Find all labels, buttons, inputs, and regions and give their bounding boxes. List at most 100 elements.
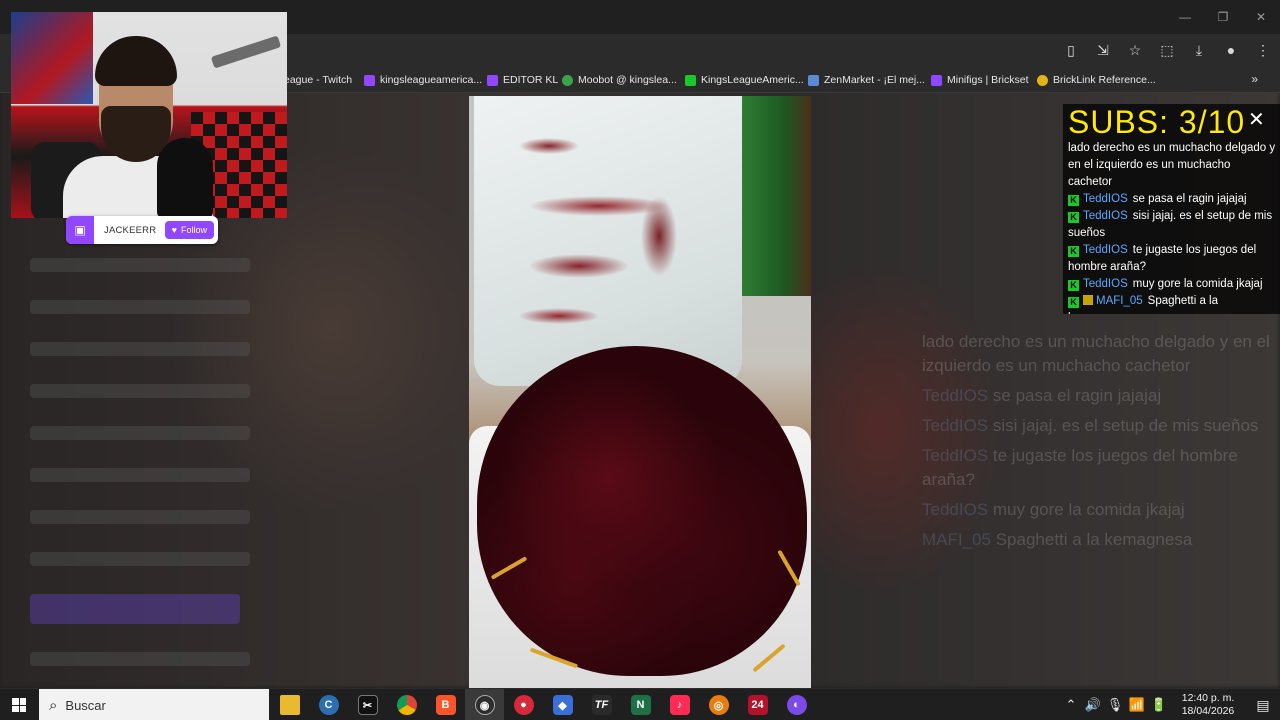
brave-icon: B [435, 695, 456, 715]
taskbar-app-tf[interactable]: TF [582, 689, 621, 720]
game-2024-icon: 24 [747, 695, 768, 715]
chat-message: lado derecho es un muchacho delgado y en… [1068, 142, 1276, 188]
taskbar-app-purple[interactable]: ◐ [777, 689, 816, 720]
wall-poster [11, 12, 93, 104]
taskbar-app-red[interactable]: ● [504, 689, 543, 720]
bookmark-item[interactable]: kingsleagueamerica... [364, 72, 482, 88]
notification-icon[interactable]: ▤ [1246, 697, 1280, 714]
twitch-follow-card: ▣ JACKEERR ♥ Follow [66, 216, 218, 244]
moderator-badge-icon [1083, 295, 1093, 305]
maximize-icon[interactable]: ❐ [1204, 0, 1242, 34]
system-tray: ⌃ 🔊 🎙 📶 🔋 12:40 p. m. 18/04/2026 ▤ [1060, 689, 1280, 720]
window-controls: — ❐ ✕ [1166, 0, 1280, 34]
taskbar-app-sheets[interactable]: N [621, 689, 660, 720]
heart-icon: ♥ [171, 225, 177, 235]
bricklink-favicon-icon [1037, 74, 1048, 86]
ccleaner-icon: C [318, 695, 339, 715]
volume-icon[interactable]: 🔊 [1083, 697, 1103, 713]
taskbar-app-blue[interactable]: ◆ [543, 689, 582, 720]
twitch-favicon-icon [487, 74, 498, 86]
taskbar-app-blender[interactable]: ◎ [699, 689, 738, 720]
taskbar-clock[interactable]: 12:40 p. m. 18/04/2026 [1170, 692, 1246, 718]
taskbar-app-ccleaner[interactable]: C [309, 689, 348, 720]
blurred-chat-echo: lado derecho es un muchacho delgado y en… [922, 332, 1270, 549]
network-icon[interactable]: 📶 [1127, 697, 1147, 713]
webcam-overlay [11, 12, 287, 218]
app-blue-icon: ◆ [552, 695, 573, 715]
twitch-favicon-icon [364, 74, 375, 86]
chat-message: K TeddIOS muy gore la comida jkajaj [1068, 276, 1277, 293]
taskbar-app-tiktok[interactable]: ♪ [660, 689, 699, 720]
menu-kebab-icon[interactable]: ⋮ [1254, 40, 1272, 60]
close-icon[interactable]: ✕ [1248, 110, 1265, 130]
download-icon[interactable]: ⤓ [1190, 40, 1208, 60]
blender-icon: ◎ [708, 695, 729, 715]
zenmarket-favicon-icon [808, 74, 819, 86]
start-button[interactable] [0, 689, 38, 720]
channel-name: JACKEERR [104, 224, 157, 236]
bookmark-item[interactable]: Minifigs | Brickset [931, 72, 1029, 88]
chat-message: KMAFI_05Spaghetti a la kemagnesa [1068, 293, 1277, 314]
kick-badge-icon: K [1068, 246, 1079, 257]
chat-message: K TeddIOS te jugaste los juegos del hombre… [1068, 244, 1257, 273]
taskbar-app-game-2024[interactable]: 24 [738, 689, 777, 720]
clock-time: 12:40 p. m. [1181, 692, 1235, 704]
app-red-icon: ● [513, 695, 534, 715]
chat-overlay: SUBS: 3/10 lado derecho es un muchacho d… [1063, 104, 1280, 314]
tf-icon: TF [591, 695, 612, 715]
bookmark-item[interactable]: Moobot @ kingslea... [562, 72, 677, 88]
folder-icon [279, 695, 300, 715]
bookmark-item[interactable]: EDITOR KL [487, 72, 558, 88]
obs-icon: ◉ [474, 695, 495, 715]
kick-badge-icon: K [1068, 195, 1079, 206]
spaghetti-dish [477, 346, 807, 676]
brickset-favicon-icon [931, 74, 942, 86]
taskbar-search[interactable]: ⌕ Buscar [39, 689, 269, 720]
taskbar-app-capcut[interactable]: ✂ [348, 689, 387, 720]
chrome-icon [396, 695, 417, 715]
install-app-icon[interactable]: ⇲ [1094, 40, 1112, 60]
taskbar-app-chrome[interactable] [387, 689, 426, 720]
taskbar-app-obs[interactable]: ◉ [465, 689, 504, 720]
extensions-icon[interactable]: ⬚ [1158, 40, 1176, 60]
twitch-logo-icon: ▣ [66, 216, 94, 244]
windows-logo-icon [12, 698, 26, 712]
tray-overflow-icon[interactable]: ⌃ [1061, 697, 1081, 713]
wall-decoration [210, 35, 282, 69]
minimize-icon[interactable]: — [1166, 0, 1204, 34]
screen: { "browser": { "window_controls": ["—", … [0, 0, 1280, 720]
profile-icon[interactable]: ● [1222, 40, 1240, 60]
capcut-icon: ✂ [357, 695, 378, 715]
kick-badge-icon: K [1068, 212, 1079, 223]
taskbar-app-brave[interactable]: B [426, 689, 465, 720]
bookmark-star-icon[interactable]: ☆ [1126, 40, 1144, 60]
close-window-icon[interactable]: ✕ [1242, 0, 1280, 34]
tiktok-icon: ♪ [669, 695, 690, 715]
chat-message: K TeddIOS se pasa el ragin jajajaj [1068, 191, 1277, 208]
microphone [157, 138, 213, 218]
search-icon: ⌕ [49, 696, 58, 714]
app-purple-icon: ◐ [786, 695, 807, 715]
video-background-plant [741, 96, 811, 296]
chat-message: K TeddIOS sisi jajaj. es el setup de mis s… [1068, 210, 1273, 239]
blurred-sidebar [10, 230, 270, 680]
bookmark-item[interactable]: ZenMarket - ¡El mej... [808, 72, 925, 88]
clock-date: 18/04/2026 [1181, 705, 1235, 717]
follow-button[interactable]: ♥ Follow [164, 221, 214, 239]
bookmark-item[interactable]: BrickLink Reference... [1037, 72, 1156, 88]
kick-favicon-icon [685, 74, 696, 86]
subs-goal-counter: SUBS: 3/10 [1068, 104, 1246, 140]
battery-icon[interactable]: 🔋 [1149, 697, 1169, 713]
kick-badge-icon: K [1068, 280, 1079, 291]
taskbar-apps: C ✂ B ◉ ● ◆ TF N ♪ ◎ 24 ◐ [270, 689, 816, 720]
taskbar-app-file-explorer[interactable] [270, 689, 309, 720]
kick-badge-icon: K [1068, 297, 1079, 308]
video-player[interactable] [469, 96, 811, 688]
windows-taskbar: ⌕ Buscar C ✂ B ◉ ● ◆ TF N ♪ ◎ 24 ◐ ⌃ 🔊 🎙… [0, 688, 1280, 720]
spreadsheet-icon: N [630, 695, 651, 715]
bookmark-item[interactable]: KingsLeagueAmeric... [685, 72, 804, 88]
sauce-splatter [489, 116, 689, 336]
page-icon[interactable]: ▯ [1062, 40, 1080, 60]
bookmarks-overflow-icon[interactable]: » [1251, 72, 1258, 86]
microphone-icon[interactable]: 🎙 [1105, 697, 1125, 713]
